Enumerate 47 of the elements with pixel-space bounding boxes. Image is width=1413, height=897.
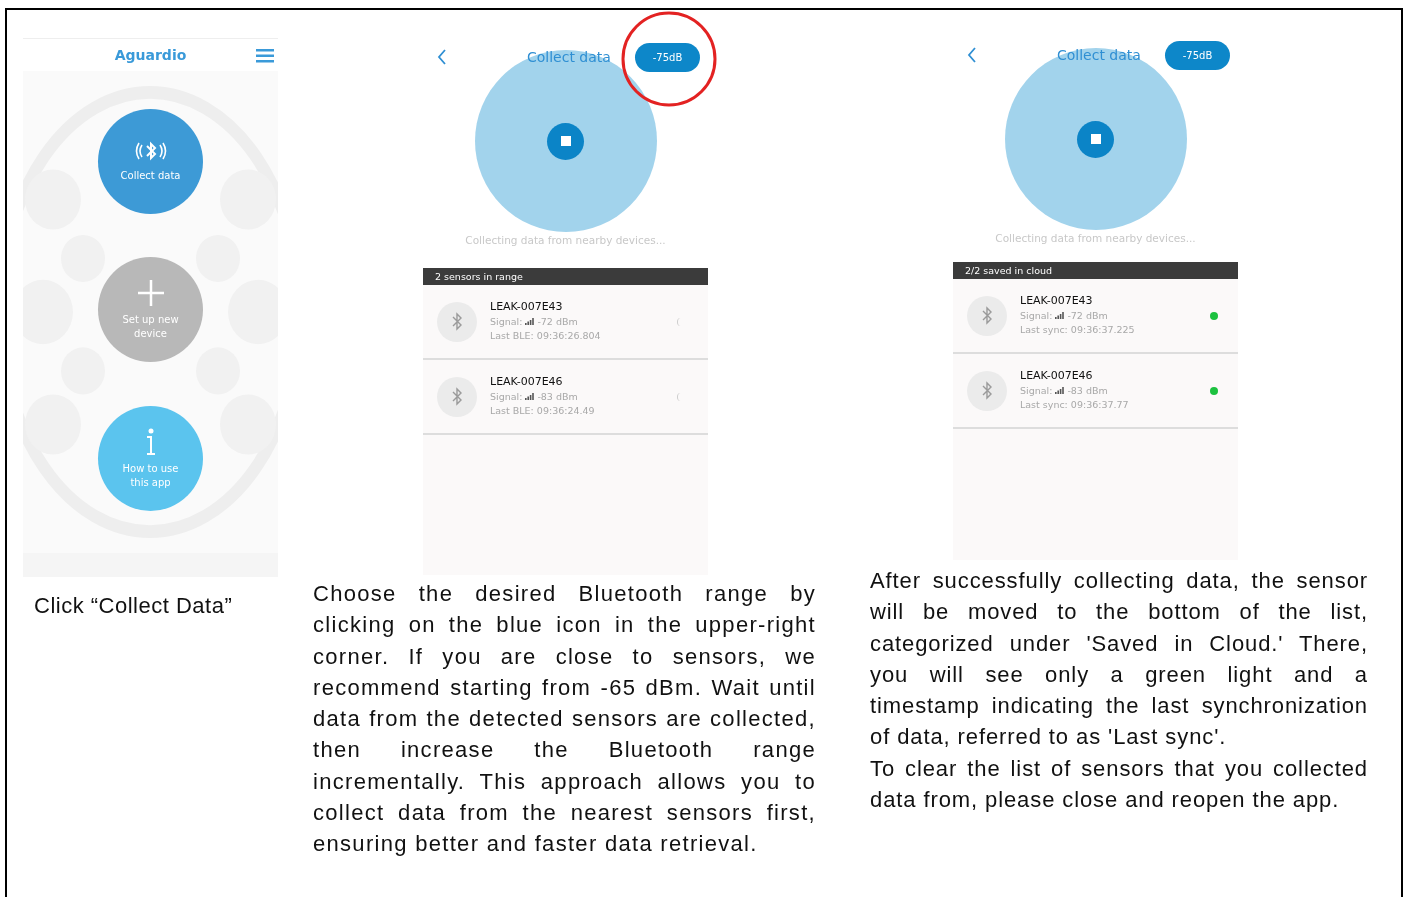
sensor-name: LEAK-007E43 xyxy=(490,299,564,313)
signal-bars-icon xyxy=(525,318,535,326)
info-icon xyxy=(144,427,157,456)
bluetooth-icon xyxy=(967,295,1007,336)
home-menu-button[interactable]: Collect data xyxy=(98,108,203,214)
signal-bars-icon xyxy=(525,393,535,401)
sensor-name: LEAK-007E43 xyxy=(1020,293,1094,307)
signal-label: Signal: xyxy=(1020,308,1053,323)
sensor-row[interactable]: LEAK-007E46 Signal: -83 dBm Last sync: 09:36:37.77 xyxy=(953,354,1238,429)
plus-icon xyxy=(136,279,165,307)
sensor-row[interactable]: LEAK-007E43 Signal: -72 dBm Last sync: 09:36:37.225 xyxy=(953,279,1238,354)
home-menu-button[interactable]: How to use this app xyxy=(98,406,203,512)
caption-paragraph: Choose the desired Bluetooth range by clicking on the blue icon in the upper-right corner. If you are close to sensors, we recommend starting from -65 dBm. Wait until data from the detected sensors are collected, then increase the Bluetooth range incrementally. This approach allows you to collect data from the nearest sensors first, ensuring better and faster data retrieval. xyxy=(313,580,816,859)
bluetooth-icon xyxy=(437,301,477,342)
sensor-row[interactable]: LEAK-007E46 Signal: -83 dBm Last BLE: 09:36:24.49 xyxy=(423,360,708,435)
back-icon[interactable] xyxy=(437,49,447,65)
sensor-name: LEAK-007E46 xyxy=(490,374,564,388)
caption: Click “Collect Data” xyxy=(34,593,234,619)
signal-label: Signal: xyxy=(490,389,523,404)
signal-value: -72 dBm xyxy=(1067,308,1108,323)
signal-bars-icon xyxy=(1055,387,1065,395)
bluetooth-icon xyxy=(437,376,477,417)
list-header: 2/2 saved in cloud xyxy=(953,262,1238,279)
sensor-name: LEAK-007E46 xyxy=(1020,368,1094,382)
bluetooth-icon xyxy=(967,370,1007,411)
home-menu-button[interactable]: Set up new device xyxy=(98,257,203,363)
app-logo: Aguardio xyxy=(114,47,187,63)
sensor-row[interactable]: LEAK-007E43 Signal: -72 dBm Last BLE: 09:36:26.804 xyxy=(423,285,708,360)
signal-label: Signal: xyxy=(490,314,523,329)
sensor-timestamp: Last sync: 09:36:37.77 xyxy=(1020,398,1130,412)
sensor-timestamp: Last BLE: 09:36:26.804 xyxy=(490,329,602,343)
range-button[interactable]: -75dB xyxy=(635,43,700,72)
range-button[interactable]: -75dB xyxy=(1165,41,1230,70)
signal-value: -83 dBm xyxy=(1067,383,1108,398)
caption-paragraph: After successfully collecting data, the sensor will be moved to the bottom of the list, categorized under 'Saved in Cloud.' There, you will see only a green light and a timestamp indicating the last synchronization of data, referred to as 'Last sync'. xyxy=(870,567,1368,752)
back-icon[interactable] xyxy=(967,47,977,63)
signal-value: -72 dBm xyxy=(537,314,578,329)
signal-bars-icon xyxy=(1055,312,1065,320)
list-header: 2 sensors in range xyxy=(423,268,708,285)
caption-paragraph: To clear the list of sensors that you collected data from, please close and reopen the app. xyxy=(870,754,1368,815)
menu-icon[interactable] xyxy=(256,49,274,63)
signal-label: Signal: xyxy=(1020,383,1053,398)
signal-value: -83 dBm xyxy=(537,389,578,404)
sensor-timestamp: Last sync: 09:36:37.225 xyxy=(1020,323,1136,337)
sensor-timestamp: Last BLE: 09:36:24.49 xyxy=(490,404,596,418)
stop-button[interactable] xyxy=(547,122,584,160)
stop-button[interactable] xyxy=(1077,120,1114,158)
